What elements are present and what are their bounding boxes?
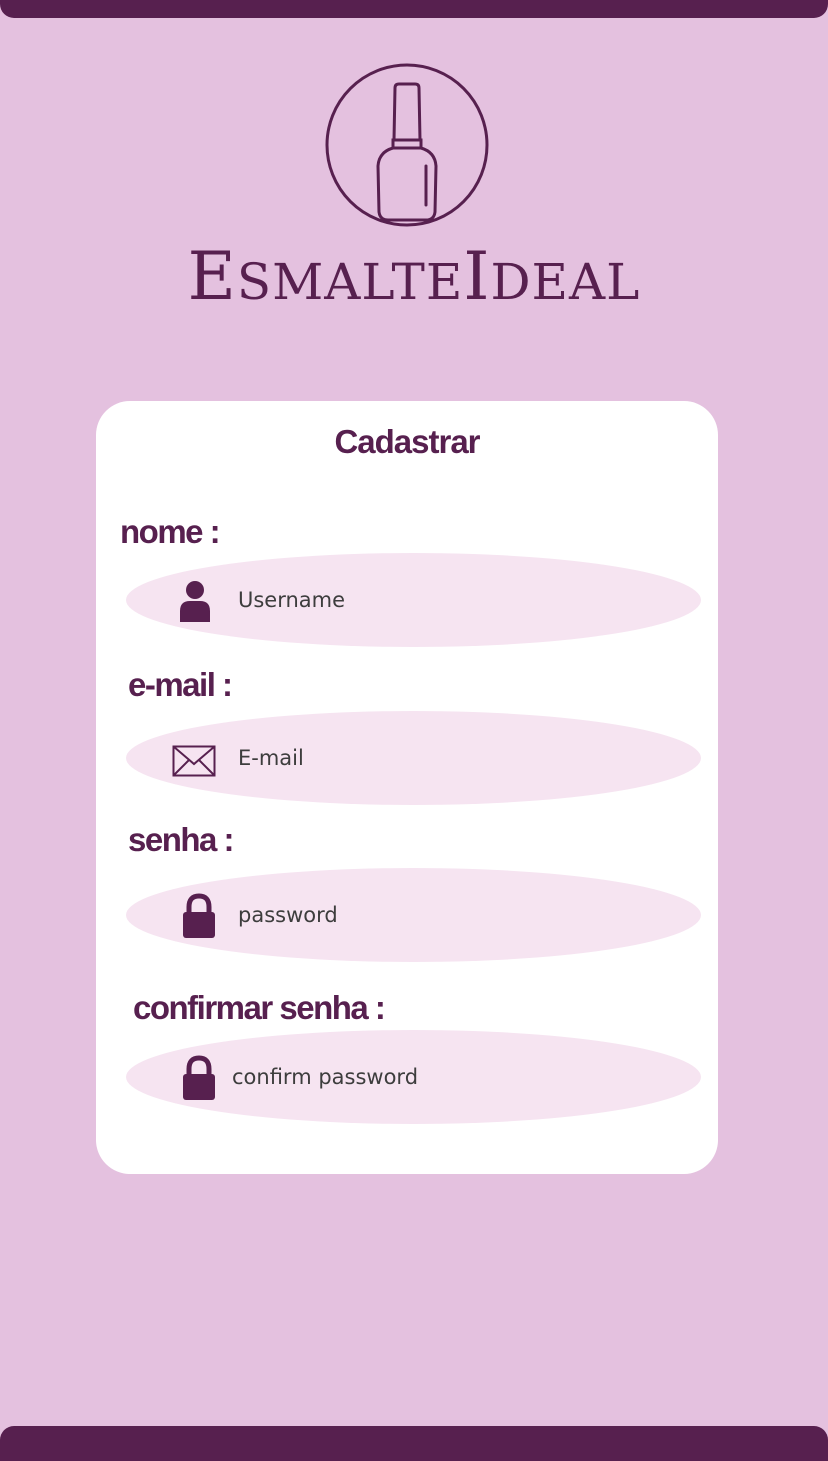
lock-icon — [183, 893, 215, 938]
username-field[interactable] — [126, 553, 701, 647]
brand-name-rest-1: SMALTE — [236, 253, 464, 311]
top-bar — [0, 0, 828, 18]
user-icon — [180, 581, 210, 622]
brand-name-rest-2: DEAL — [490, 253, 641, 311]
nail-polish-icon — [325, 63, 489, 227]
confirm-password-label: confirmar senha : — [133, 989, 386, 1026]
bottom-bar — [0, 1426, 828, 1461]
brand-name: ESMALTEIDEAL — [0, 238, 828, 315]
email-input[interactable] — [238, 711, 638, 805]
brand-name-initial-2: I — [463, 238, 491, 315]
confirm-password-input[interactable] — [232, 1030, 632, 1124]
password-field[interactable] — [126, 868, 701, 962]
password-label: senha : — [128, 821, 235, 858]
email-label: e-mail : — [128, 666, 233, 703]
confirm-password-field[interactable] — [126, 1030, 701, 1124]
lock-icon — [183, 1055, 215, 1100]
signup-card: Cadastrar nome : e-mail : senha : confir… — [96, 401, 718, 1174]
envelope-icon — [172, 745, 216, 777]
email-field[interactable] — [126, 711, 701, 805]
username-input[interactable] — [238, 553, 638, 647]
password-input[interactable] — [238, 868, 638, 962]
brand-name-initial-1: E — [187, 238, 237, 315]
name-label: nome : — [120, 513, 221, 550]
form-title: Cadastrar — [334, 423, 480, 460]
